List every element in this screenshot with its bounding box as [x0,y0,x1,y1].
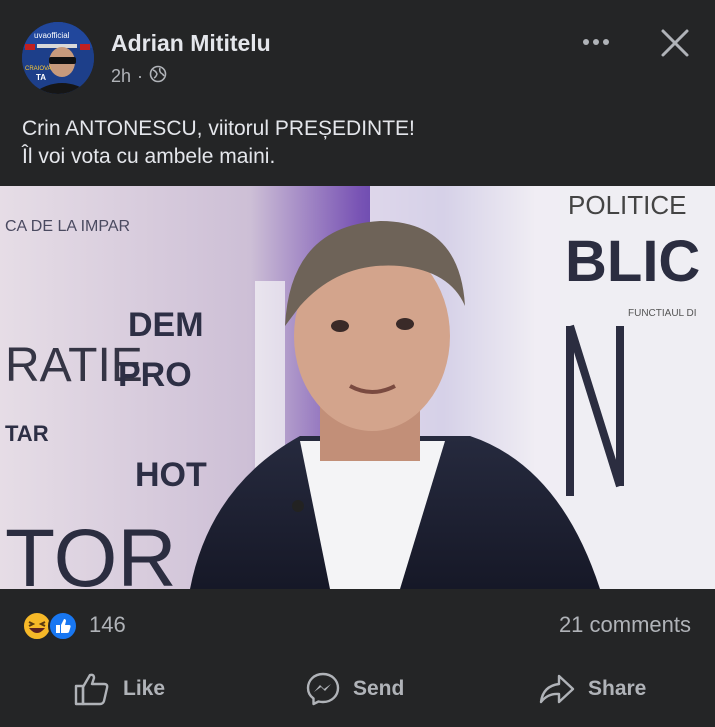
like-button[interactable]: Like [73,660,165,718]
post-text: Crin ANTONESCU, viitorul PREȘEDINTE! Îl … [22,115,692,171]
like-label: Like [123,677,166,700]
messenger-icon [305,671,341,707]
bg-text-small-right: FUNCTIAUL DI [628,308,697,319]
meta-separator: · [137,66,144,86]
send-button[interactable]: Send [305,660,404,718]
avatar-badge-text: TA [36,73,46,82]
avatar-image: uvaofficial CRAIOVA TA [22,22,94,94]
share-label: Share [588,677,647,700]
avatar-lower-text: CRAIOVA [25,66,52,72]
send-label: Send [353,677,405,700]
more-dots-icon[interactable] [578,28,614,56]
reaction-count[interactable]: 146 [89,612,126,638]
reaction-icons[interactable] [21,610,81,642]
comments-count[interactable]: 21 comments [559,612,691,638]
share-arrow-icon [538,671,576,707]
author-name[interactable]: Adrian Mititelu [111,30,271,57]
post-actions: Like Send Share [0,660,715,718]
avatar-overlay-text: uvaofficial [34,31,70,40]
bg-text-hot: HOT [135,456,207,494]
post-header: uvaofficial CRAIOVA TA Adrian Mititelu 2… [0,0,715,100]
post-photo[interactable]: RATIE DEM PRO HOT TAR TOR CA DE LA IMPAR… [0,186,715,589]
close-icon[interactable] [656,24,694,62]
avatar[interactable]: uvaofficial CRAIOVA TA [22,22,94,94]
photo-image: RATIE DEM PRO HOT TAR TOR CA DE LA IMPAR… [0,186,715,589]
bg-text-tar: TAR [5,421,49,446]
share-button[interactable]: Share [538,660,646,718]
bg-text-politice: POLITICE [568,190,686,220]
post-time[interactable]: 2h [111,66,131,87]
bg-text-dem: DEM [128,306,204,344]
post-meta: 2h · [111,65,167,88]
globe-icon[interactable] [149,65,167,88]
bg-text-pro: PRO [118,356,192,394]
like-reaction-icon [48,611,78,641]
haha-reaction-icon [22,611,52,641]
bg-text-tor: TOR [5,513,177,589]
post-text-line-2: Îl voi vota cu ambele maini. [22,145,276,168]
thumbs-up-icon [73,671,111,707]
reactions-row: 146 21 comments [0,600,715,650]
bg-text-top-left: CA DE LA IMPAR [5,218,130,235]
post-text-line-1: Crin ANTONESCU, viitorul PREȘEDINTE! [22,117,415,140]
bg-text-blic: BLIC [565,229,700,294]
